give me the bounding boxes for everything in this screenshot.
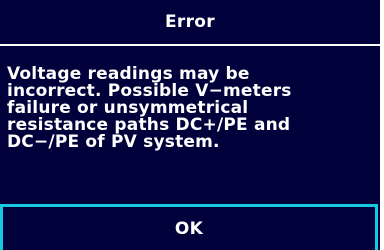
error-dialog: Error Voltage readings may be incorrect.… xyxy=(0,0,380,250)
ok-button-label: OK xyxy=(174,218,204,239)
title-divider xyxy=(0,44,380,46)
screen: Error Voltage readings may be incorrect.… xyxy=(0,0,384,250)
ok-button[interactable]: OK xyxy=(0,204,378,250)
dialog-title: Error xyxy=(165,12,215,32)
dialog-title-bar: Error xyxy=(0,0,380,44)
error-message: Voltage readings may be incorrect. Possi… xyxy=(7,64,292,152)
